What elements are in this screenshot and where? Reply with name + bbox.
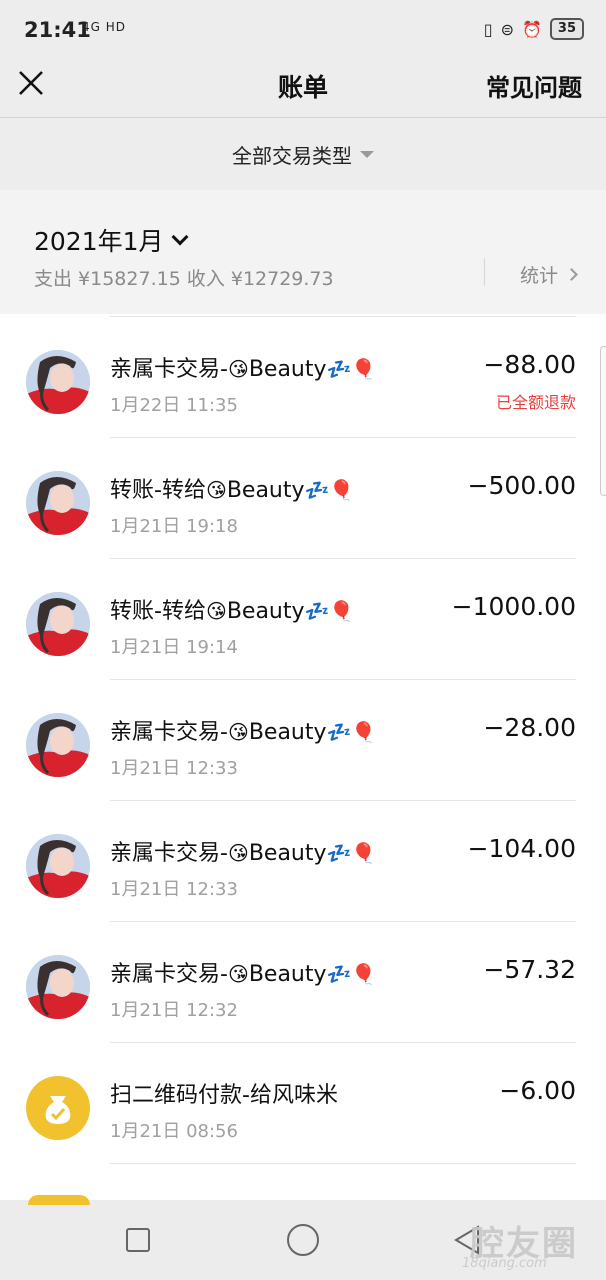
transaction-type-filter[interactable]: 全部交易类型 [0,118,606,190]
recents-button[interactable] [126,1228,150,1252]
balloon-emoji-icon: 🎈 [329,599,355,623]
vibrate-icon: ▯ [483,19,493,39]
avatar [26,955,90,1019]
transaction-amount: −88.00 [483,350,576,379]
transaction-title-line: 转账-转给😘Beauty💤🎈 [110,472,354,504]
merchant-money-icon [28,1195,90,1205]
battery-indicator: 35 [549,18,584,40]
transaction-time: 1月21日 19:18 [110,516,238,537]
transaction-title: 转账-转给 [110,478,206,503]
avatar [26,713,90,777]
transaction-title-line: 亲属卡交易-😘Beauty💤🎈 [110,351,376,383]
kiss-emoji-icon: 😘 [227,841,249,865]
transaction-title: 亲属卡交易- [110,720,228,745]
filter-label: 全部交易类型 [232,143,352,168]
alarm-icon: ⏰ [521,19,542,39]
avatar [26,834,90,898]
transaction-title-line: 转账-转给😘Beauty💤🎈 [110,593,354,625]
status-time: 21:41 [24,18,91,42]
transaction-time: 1月21日 08:56 [110,1121,238,1142]
transaction-row[interactable]: 亲属卡交易-😘Beauty💤🎈 1月22日 11:35 −88.00 已全额退款 [0,317,606,438]
transaction-amount: −104.00 [467,834,576,863]
kiss-emoji-icon: 😘 [205,478,227,502]
month-label: 2021年1月 [34,227,164,256]
transaction-row[interactable]: 扫二维码付款-给风味米 1月21日 08:56 −6.00 [0,1043,606,1164]
balloon-emoji-icon: 🎈 [351,357,377,381]
transaction-title: 扫二维码付款-给风味米 [110,1083,338,1108]
transaction-list: 亲属卡交易-😘Beauty💤🎈 1月22日 11:35 −88.00 已全额退款 转账-… [0,314,606,1200]
transaction-amount: −6.00 [499,1076,576,1105]
stats-label: 统计 [520,265,559,287]
lock-icon: ⊜ [500,19,514,39]
status-bar: 21:41 4G HD ▯ ⊜ ⏰ 35 [0,0,606,62]
avatar [26,350,90,414]
transaction-title: 亲属卡交易- [110,357,228,382]
merchant-money-icon [26,1076,90,1140]
chevron-right-icon [565,268,578,281]
chevron-down-icon [171,228,189,246]
faq-button[interactable]: 常见问题 [486,68,582,103]
contact-name: Beauty [248,841,327,866]
transaction-time: 1月21日 12:32 [110,1000,238,1021]
refund-note: 已全额退款 [495,393,576,412]
zzz-emoji-icon: 💤 [326,841,352,865]
divider [484,258,485,286]
transaction-title-line: 亲属卡交易-😘Beauty💤🎈 [110,956,376,988]
stats-button[interactable]: 统计 [520,261,578,288]
kiss-emoji-icon: 😘 [227,962,249,986]
transaction-time: 1月21日 19:14 [110,637,238,658]
caret-down-icon [360,150,374,158]
zzz-emoji-icon: 💤 [304,478,330,502]
transaction-amount: −28.00 [483,713,576,742]
transaction-title-line: 亲属卡交易-😘Beauty💤🎈 [110,714,376,746]
zzz-emoji-icon: 💤 [326,720,352,744]
transaction-row[interactable]: 亲属卡交易-😘Beauty💤🎈 1月21日 12:32 −57.32 [0,922,606,1043]
avatar [26,471,90,535]
transaction-title: 亲属卡交易- [110,841,228,866]
transaction-row[interactable]: 转账-转给😘Beauty💤🎈 1月21日 19:18 −500.00 [0,438,606,559]
zzz-emoji-icon: 💤 [326,962,352,986]
transaction-time: 1月22日 11:35 [110,395,238,416]
kiss-emoji-icon: 😘 [227,720,249,744]
transaction-time: 1月21日 12:33 [110,758,238,779]
divider [110,1163,576,1164]
avatar [26,592,90,656]
transaction-title: 亲属卡交易- [110,962,228,987]
contact-name: Beauty [226,599,305,624]
contact-name: Beauty [248,357,327,382]
kiss-emoji-icon: 😘 [205,599,227,623]
transaction-amount: −57.32 [483,955,576,984]
transaction-amount: −1000.00 [451,592,576,621]
totals-text: 支出 ¥15827.15 收入 ¥12729.73 [34,268,334,290]
transaction-title-line: 扫二维码付款-给风味米 [110,1077,338,1109]
transaction-time: 1月21日 12:33 [110,879,238,900]
contact-name: Beauty [248,962,327,987]
transaction-amount: −500.00 [467,471,576,500]
balloon-emoji-icon: 🎈 [329,478,355,502]
transaction-title: 转账-转给 [110,599,206,624]
zzz-emoji-icon: 💤 [326,357,352,381]
contact-name: Beauty [248,720,327,745]
scroll-indicator [600,346,606,496]
balloon-emoji-icon: 🎈 [351,720,377,744]
transaction-row[interactable]: 亲属卡交易-😘Beauty💤🎈 1月21日 12:33 −104.00 [0,801,606,922]
zzz-emoji-icon: 💤 [304,599,330,623]
system-nav-bar: 腔友圈 18qiang.com [0,1200,606,1280]
transaction-row[interactable]: 亲属卡交易-😘Beauty💤🎈 1月21日 12:33 −28.00 [0,680,606,801]
transaction-title-line: 亲属卡交易-😘Beauty💤🎈 [110,835,376,867]
transaction-row[interactable]: 转账-转给😘Beauty💤🎈 1月21日 19:14 −1000.00 [0,559,606,680]
balloon-emoji-icon: 🎈 [351,962,377,986]
status-icons: ▯ ⊜ ⏰ 35 [484,18,584,40]
watermark-url: 18qiang.com [462,1256,547,1271]
home-button[interactable] [287,1224,319,1256]
month-summary: 2021年1月 支出 ¥15827.15 收入 ¥12729.73 统计 [0,190,606,314]
kiss-emoji-icon: 😘 [227,357,249,381]
contact-name: Beauty [226,478,305,503]
month-selector[interactable]: 2021年1月 [34,222,189,258]
nav-bar: 账单 常见问题 [0,62,606,118]
balloon-emoji-icon: 🎈 [351,841,377,865]
network-indicator: 4G HD [82,20,127,34]
